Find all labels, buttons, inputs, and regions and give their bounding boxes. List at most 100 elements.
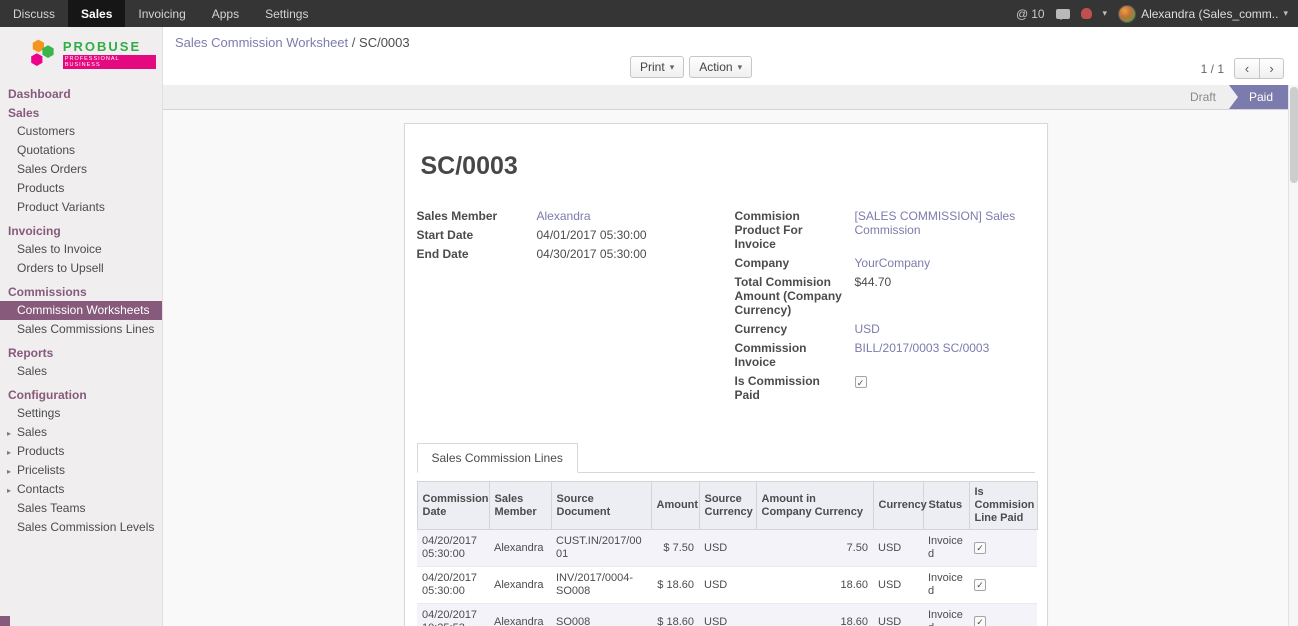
sidebar-item-sales-orders[interactable]: Sales Orders (0, 160, 162, 179)
sidebar-item-products[interactable]: Products (0, 179, 162, 198)
menu-settings[interactable]: Settings (252, 0, 321, 27)
field-commission-invoice: Commission Invoice BILL/2017/0003 SC/000… (735, 341, 1035, 369)
sidebar-heading-invoicing[interactable]: Invoicing (0, 221, 162, 240)
start-date-value: 04/01/2017 05:30:00 (537, 228, 717, 242)
caret-right-icon: ▸ (7, 483, 11, 498)
line-paid-checkbox[interactable]: ✓ (974, 616, 986, 626)
cell-status: Invoiced (923, 604, 969, 626)
sidebar-section-sales: Sales Customers Quotations Sales Orders … (0, 103, 162, 217)
commission-product-link[interactable]: [SALES COMMISSION] Sales Commission (855, 209, 1035, 251)
tab-sales-commission-lines[interactable]: Sales Commission Lines (417, 443, 578, 473)
chevron-down-icon: ▾ (1103, 8, 1108, 19)
sidebar-item-sales-teams[interactable]: Sales Teams (0, 499, 162, 518)
chevron-right-icon: › (1269, 61, 1273, 76)
form-view: SC/0003 Sales Member Alexandra Start Dat… (163, 110, 1298, 626)
sidebar-section-invoicing: Invoicing Sales to Invoice Orders to Ups… (0, 221, 162, 278)
sidebar-item-sales-to-invoice[interactable]: Sales to Invoice (0, 240, 162, 259)
sidebar-item-dashboard[interactable]: Dashboard (0, 84, 162, 103)
menu-apps[interactable]: Apps (199, 0, 252, 27)
field-currency: Currency USD (735, 322, 1035, 336)
sidebar-item-config-products[interactable]: ▸ Products (0, 442, 162, 461)
sidebar-item-sales-commission-levels[interactable]: Sales Commission Levels (0, 518, 162, 537)
sidebar-item-config-sales[interactable]: ▸ Sales (0, 423, 162, 442)
col-currency[interactable]: Currency (873, 482, 923, 530)
check-icon: ✓ (976, 543, 984, 553)
cell-status: Invoiced (923, 530, 969, 567)
sidebar-item-settings[interactable]: Settings (0, 404, 162, 423)
field-label: Commision Product For Invoice (735, 209, 855, 251)
sidebar-item-pricelists[interactable]: ▸ Pricelists (0, 461, 162, 480)
col-source-document[interactable]: Source Document (551, 482, 651, 530)
commission-invoice-link[interactable]: BILL/2017/0003 SC/0003 (855, 341, 1035, 369)
form-sheet: SC/0003 Sales Member Alexandra Start Dat… (404, 123, 1048, 626)
status-strip: Draft Paid (163, 85, 1298, 110)
pager-previous-button[interactable]: ‹ (1234, 58, 1259, 79)
table-row[interactable]: 04/20/2017 05:30:00 Alexandra CUST.IN/20… (417, 530, 1037, 567)
top-menu-bar: Discuss Sales Invoicing Apps Settings (0, 0, 321, 27)
sidebar-item-label: Pricelists (17, 463, 65, 477)
cell-sales-member: Alexandra (489, 567, 551, 604)
print-button[interactable]: Print ▾ (630, 56, 684, 78)
control-panel: Sales Commission Worksheet / SC/0003 Pri… (163, 27, 1298, 85)
status-stage-draft[interactable]: Draft (1177, 85, 1229, 109)
pager-next-button[interactable]: › (1259, 58, 1284, 79)
field-label: Company (735, 256, 855, 270)
cell-commission-date: 04/20/2017 05:30:00 (417, 530, 489, 567)
logo-text: PROBUSE PROFESSIONAL BUSINESS (63, 39, 156, 69)
sidebar-item-product-variants[interactable]: Product Variants (0, 198, 162, 217)
status-stage-paid[interactable]: Paid (1229, 85, 1288, 109)
sidebar-item-customers[interactable]: Customers (0, 122, 162, 141)
company-link[interactable]: YourCompany (855, 256, 1035, 270)
table-row[interactable]: 04/20/2017 05:30:00 Alexandra INV/2017/0… (417, 567, 1037, 604)
sidebar-item-reports-sales[interactable]: Sales (0, 362, 162, 381)
sidebar-heading-commissions[interactable]: Commissions (0, 282, 162, 301)
menu-discuss[interactable]: Discuss (0, 0, 68, 27)
activity-counter[interactable]: @ 10 (1016, 7, 1045, 21)
chevron-down-icon: ▾ (1283, 8, 1288, 19)
total-commission-amount-value: $44.70 (855, 275, 1035, 317)
vertical-scrollbar[interactable] (1288, 85, 1298, 626)
cell-currency: USD (873, 530, 923, 567)
messages-icon[interactable] (1056, 9, 1070, 19)
breadcrumb: Sales Commission Worksheet / SC/0003 (175, 35, 1286, 50)
menu-sales[interactable]: Sales (68, 0, 125, 27)
col-source-currency[interactable]: Source Currency (699, 482, 756, 530)
sidebar-item-orders-to-upsell[interactable]: Orders to Upsell (0, 259, 162, 278)
sidebar-heading-configuration[interactable]: Configuration (0, 385, 162, 404)
sales-member-link[interactable]: Alexandra (537, 209, 717, 223)
line-paid-checkbox[interactable]: ✓ (974, 542, 986, 554)
sidebar-item-commission-worksheets[interactable]: Commission Worksheets (0, 301, 162, 320)
user-menu[interactable]: Alexandra (Sales_comm.. ▾ (1118, 5, 1288, 23)
scroll-corner (0, 616, 10, 626)
scrollbar-thumb[interactable] (1290, 87, 1298, 183)
action-buttons: Print ▾ Action ▾ (630, 56, 752, 78)
chevron-down-icon: ▾ (738, 62, 743, 73)
line-paid-checkbox[interactable]: ✓ (974, 579, 986, 591)
currency-link[interactable]: USD (855, 322, 1035, 336)
table-row[interactable]: 04/20/2017 10:35:53 Alexandra SO008 $ 18… (417, 604, 1037, 626)
sidebar-section-configuration: Configuration Settings ▸ Sales ▸ Product… (0, 385, 162, 537)
cell-line-paid: ✓ (969, 604, 1037, 626)
sidebar-heading-sales[interactable]: Sales (0, 103, 162, 122)
col-status[interactable]: Status (923, 482, 969, 530)
debug-icon[interactable] (1081, 8, 1092, 19)
sidebar-heading-reports[interactable]: Reports (0, 343, 162, 362)
col-amount[interactable]: Amount (651, 482, 699, 530)
col-sales-member[interactable]: Sales Member (489, 482, 551, 530)
record-title: SC/0003 (421, 152, 1031, 181)
sidebar-item-sales-commissions-lines[interactable]: Sales Commissions Lines (0, 320, 162, 339)
sidebar-item-contacts[interactable]: ▸ Contacts (0, 480, 162, 499)
cell-amount: $ 7.50 (651, 530, 699, 567)
cell-company-amount: 18.60 (756, 604, 873, 626)
col-amount-company-currency[interactable]: Amount in Company Currency (756, 482, 873, 530)
cell-amount: $ 18.60 (651, 604, 699, 626)
action-button[interactable]: Action ▾ (689, 56, 752, 78)
col-commission-date[interactable]: Commission Date (417, 482, 489, 530)
breadcrumb-parent-link[interactable]: Sales Commission Worksheet (175, 35, 348, 50)
sidebar-item-quotations[interactable]: Quotations (0, 141, 162, 160)
action-button-label: Action (699, 60, 732, 74)
caret-right-icon: ▸ (7, 445, 11, 460)
is-commission-paid-checkbox[interactable]: ✓ (855, 376, 867, 388)
menu-invoicing[interactable]: Invoicing (125, 0, 198, 27)
col-is-commission-line-paid[interactable]: Is Commision Line Paid (969, 482, 1037, 530)
